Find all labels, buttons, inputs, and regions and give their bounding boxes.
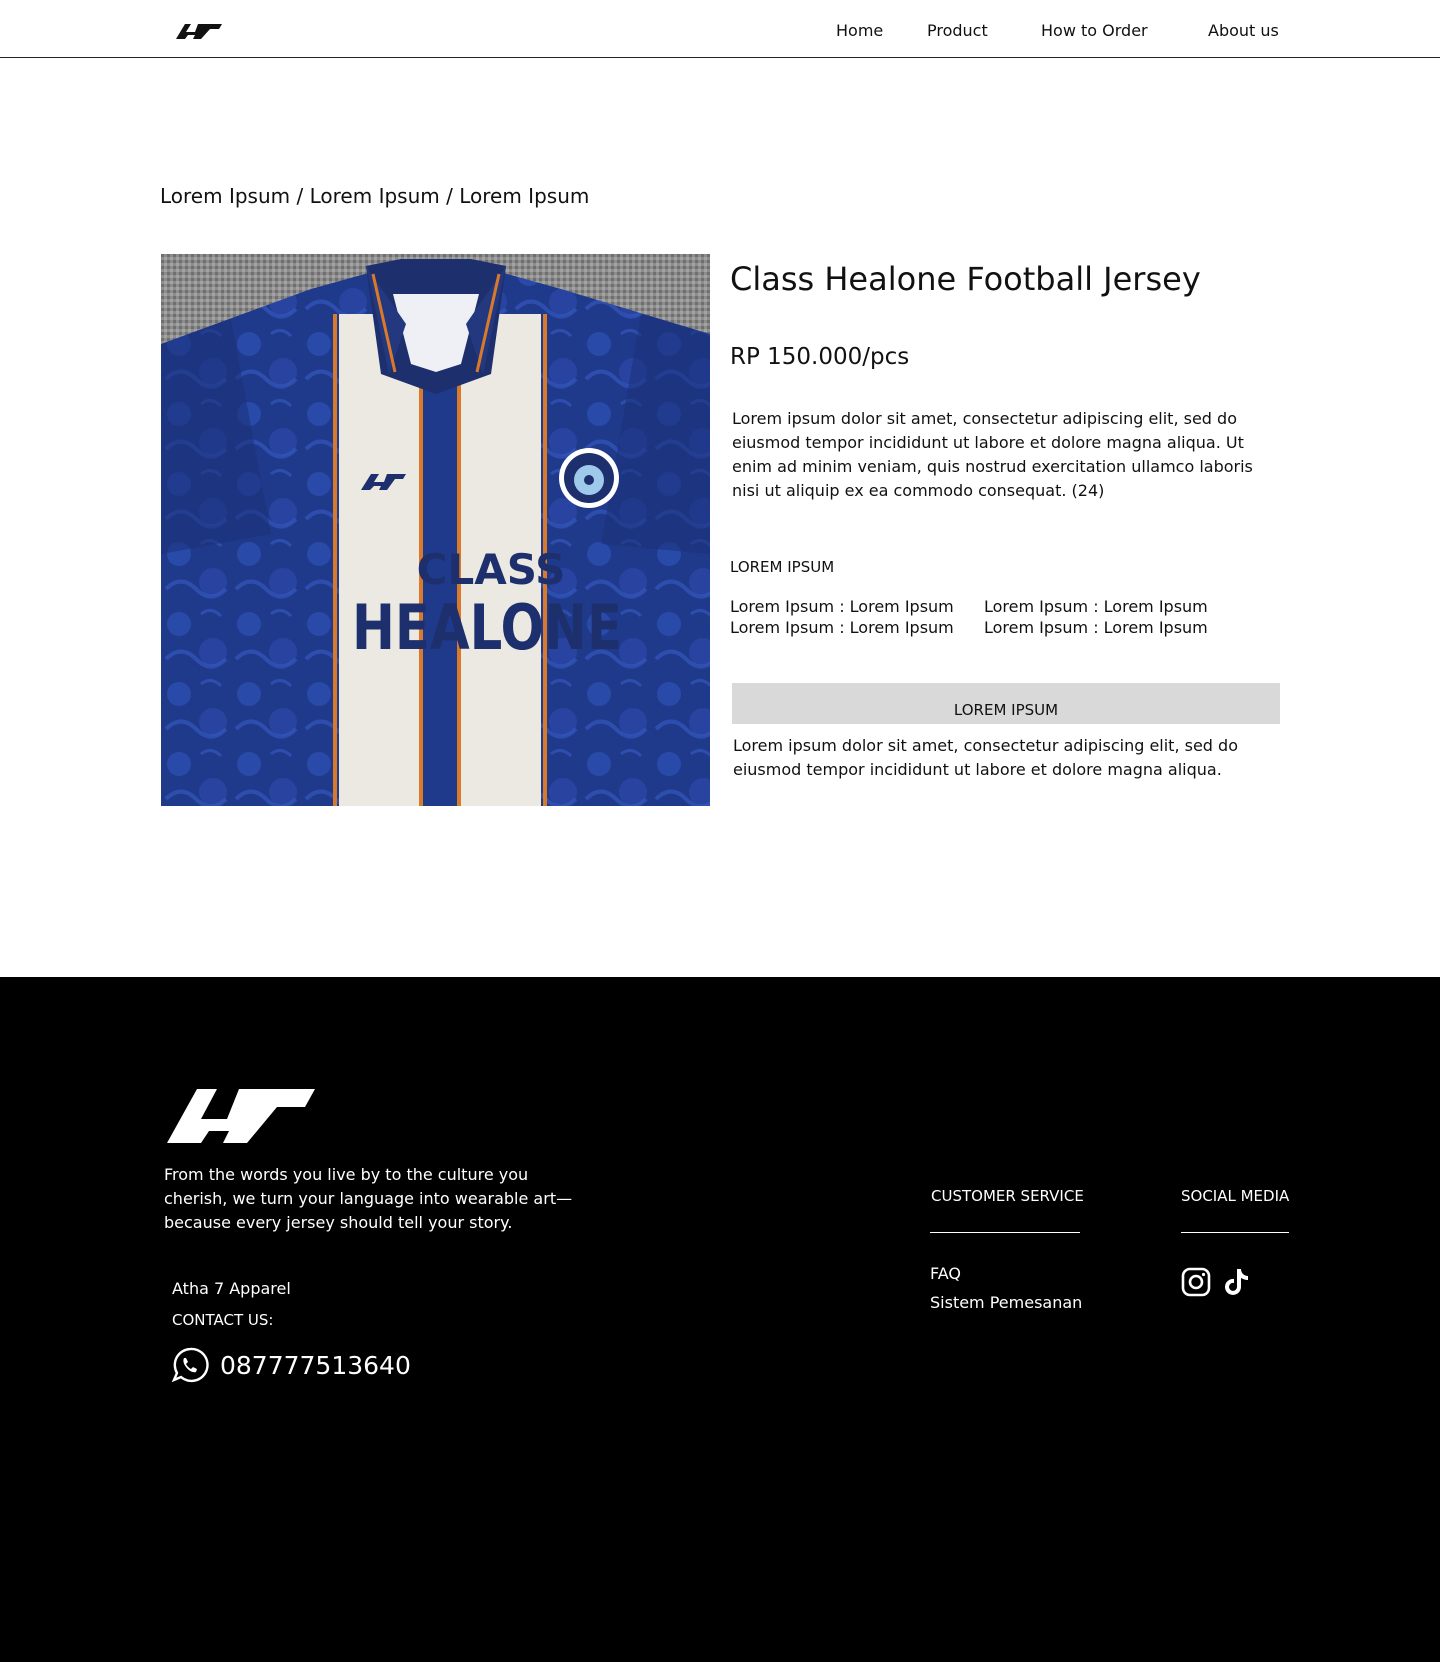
social-media-divider bbox=[1181, 1232, 1289, 1233]
nav-link-about-us[interactable]: About us bbox=[1208, 21, 1279, 40]
primary-action-button[interactable]: LOREM IPSUM bbox=[732, 683, 1280, 724]
spec-item: Lorem Ipsum : Lorem Ipsum bbox=[730, 597, 954, 616]
breadcrumb: Lorem Ipsum / Lorem Ipsum / Lorem Ipsum bbox=[160, 184, 589, 208]
top-nav: Home Product How to Order About us bbox=[0, 0, 1440, 58]
phone-number[interactable]: 087777513640 bbox=[220, 1351, 411, 1380]
footer-brand-logo[interactable] bbox=[167, 1087, 315, 1143]
product-image[interactable]: CLASS HEALONE bbox=[161, 254, 710, 806]
instagram-icon[interactable] bbox=[1181, 1267, 1211, 1297]
jersey-text-line1: CLASS bbox=[417, 545, 566, 594]
product-price: RP 150.000/pcs bbox=[730, 344, 910, 370]
jersey-text-line2: HEALONE bbox=[352, 591, 622, 664]
spec-heading: LOREM IPSUM bbox=[730, 558, 835, 576]
nav-link-home[interactable]: Home bbox=[836, 21, 883, 40]
breadcrumb-item[interactable]: Lorem Ipsum bbox=[310, 184, 440, 208]
sistem-pemesanan-link[interactable]: Sistem Pemesanan bbox=[930, 1293, 1082, 1312]
product-note: Lorem ipsum dolor sit amet, consectetur … bbox=[733, 736, 1238, 779]
nav-link-product[interactable]: Product bbox=[927, 21, 988, 40]
product-description: Lorem ipsum dolor sit amet, consectetur … bbox=[732, 409, 1253, 500]
contact-label: CONTACT US: bbox=[172, 1311, 274, 1329]
product-title: Class Healone Football Jersey bbox=[730, 260, 1201, 298]
breadcrumb-item: Lorem Ipsum bbox=[459, 184, 590, 208]
breadcrumb-separator: / bbox=[446, 184, 453, 208]
footer: From the words you live by to the cultur… bbox=[0, 977, 1440, 1662]
social-media-heading: SOCIAL MEDIA bbox=[1181, 1187, 1290, 1205]
faq-link[interactable]: FAQ bbox=[930, 1264, 961, 1283]
customer-service-heading: CUSTOMER SERVICE bbox=[931, 1187, 1084, 1205]
breadcrumb-separator: / bbox=[296, 184, 304, 208]
company-name: Atha 7 Apparel bbox=[172, 1279, 291, 1298]
spec-item: Lorem Ipsum : Lorem Ipsum bbox=[730, 618, 954, 637]
customer-service-divider bbox=[930, 1232, 1080, 1233]
spec-item: Lorem Ipsum : Lorem Ipsum bbox=[984, 597, 1208, 616]
tiktok-icon[interactable] bbox=[1223, 1267, 1251, 1297]
nav-link-how-to-order[interactable]: How to Order bbox=[1041, 21, 1148, 40]
brand-logo[interactable] bbox=[176, 20, 222, 40]
breadcrumb-item[interactable]: Lorem Ipsum bbox=[160, 184, 290, 208]
footer-tagline: From the words you live by to the cultur… bbox=[164, 1165, 573, 1232]
whatsapp-icon[interactable] bbox=[171, 1346, 209, 1384]
spec-item: Lorem Ipsum : Lorem Ipsum bbox=[984, 618, 1208, 637]
jersey-photo: CLASS HEALONE bbox=[161, 254, 710, 806]
